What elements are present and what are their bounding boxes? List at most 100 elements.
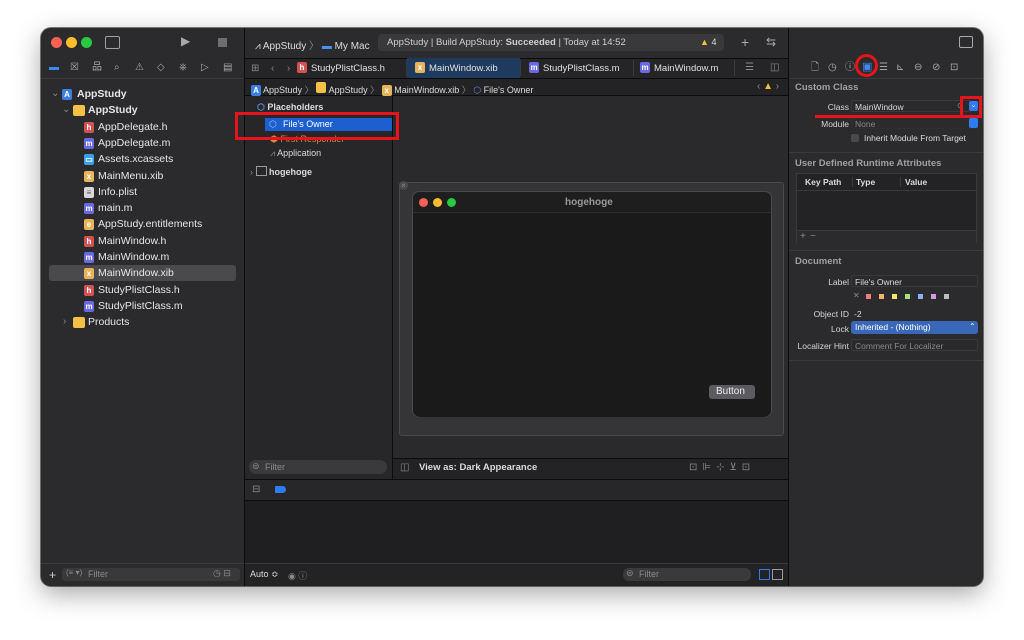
outline-application[interactable]: ⩘ Application [270, 148, 321, 159]
inspector-toggle-icon[interactable] [959, 36, 973, 48]
outline-toggle-icon[interactable]: ◫ [400, 462, 409, 473]
outline-filter-input[interactable]: ⊜ Filter [249, 460, 387, 474]
label-color-yellow[interactable] [892, 294, 897, 299]
label-color-green[interactable] [905, 294, 910, 299]
chevron-right-icon[interactable]: › [63, 316, 66, 327]
column-header-keypath[interactable]: Key Path [805, 177, 841, 187]
effects-inspector-icon[interactable]: ⊡ [950, 62, 958, 74]
nav-item-file[interactable]: x MainMenu.xib [41, 168, 244, 184]
scheme-selector[interactable]: ⩘ AppStudy 〉 ▬ My Mac [255, 37, 370, 52]
add-attribute-icon[interactable]: + [800, 231, 806, 242]
add-icon[interactable]: + [49, 569, 56, 581]
runtime-attributes-table[interactable]: Key Path Type Value + − [796, 173, 977, 243]
breakpoints-icon[interactable] [275, 486, 286, 493]
editor-options-icon[interactable]: ☰ [745, 62, 754, 73]
nav-item-file[interactable]: h StudyPlistClass.h [41, 282, 244, 298]
nav-item-file[interactable]: m main.m [41, 200, 244, 216]
nav-item-file[interactable]: m MainWindow.m [41, 249, 244, 265]
add-editor-icon[interactable]: ◫ [770, 62, 779, 73]
size-inspector-icon[interactable]: ⊾ [896, 62, 904, 74]
add-library-icon[interactable]: + [741, 35, 749, 49]
file-inspector-icon[interactable]: 🗋 [811, 62, 819, 74]
module-dropdown-button[interactable] [969, 118, 978, 128]
tab-mainwindow-m[interactable]: m MainWindow.m [634, 58, 734, 78]
console-filter-input[interactable]: ⊜ Filter [623, 568, 751, 581]
breadcrumb-item[interactable]: AppStudy [329, 85, 368, 95]
lock-popup-button[interactable]: Inherited - (Nothing) ⌃ [851, 321, 978, 334]
help-inspector-icon[interactable]: ⓘ [845, 62, 855, 74]
issue-nav-icon[interactable]: ‹ ▲ › [757, 81, 779, 92]
no-color-icon[interactable]: ✕ [853, 291, 860, 300]
attributes-inspector-icon[interactable]: ☰ [879, 62, 888, 74]
issue-navigator-icon[interactable]: ⚠ [135, 62, 144, 74]
column-header-type[interactable]: Type [856, 177, 875, 187]
tab-studyplistclass-m[interactable]: m StudyPlistClass.m [521, 58, 633, 78]
sidebar-toggle-icon[interactable] [105, 36, 120, 49]
report-navigator-icon[interactable]: ▤ [223, 62, 232, 74]
label-input[interactable]: File's Owner [851, 275, 978, 287]
find-navigator-icon[interactable]: ⌕ [114, 62, 120, 74]
nav-item-file[interactable]: m StudyPlistClass.m [41, 298, 244, 314]
label-color-blue[interactable] [918, 294, 923, 299]
outline-window-item[interactable]: › hogehoge [250, 166, 312, 177]
close-button[interactable] [51, 37, 62, 48]
stop-icon[interactable] [218, 38, 227, 47]
breadcrumb-item[interactable]: MainWindow.xib [394, 85, 459, 95]
history-inspector-icon[interactable]: ◷ [828, 62, 837, 74]
label-color-purple[interactable] [931, 294, 936, 299]
debug-navigator-icon[interactable]: ⎈ [179, 62, 187, 74]
run-icon[interactable]: ▶ [181, 35, 190, 47]
code-review-icon[interactable]: ⇆ [766, 36, 776, 48]
auto-selector[interactable]: Auto ≎ [250, 569, 279, 580]
window-content-view[interactable]: Button [413, 212, 771, 417]
label-color-gray[interactable] [944, 294, 949, 299]
split-view-icon[interactable] [759, 569, 770, 580]
breakpoint-navigator-icon[interactable]: ▷ [201, 62, 209, 74]
hide-debug-icon[interactable]: ⊟ [252, 484, 260, 495]
label-color-orange[interactable] [879, 294, 884, 299]
view-as-label[interactable]: View as: Dark Appearance [419, 462, 537, 473]
nav-item-file[interactable]: ▭ Assets.xcassets [41, 151, 244, 167]
nav-item-file[interactable]: ≡ Info.plist [41, 184, 244, 200]
test-navigator-icon[interactable]: ◇ [157, 62, 165, 74]
column-header-value[interactable]: Value [905, 177, 927, 187]
label-color-red[interactable] [866, 294, 871, 299]
module-combo-input[interactable]: None [851, 117, 978, 129]
navigator-filter-input[interactable]: (≡ ▾) Filter ◷ ⊟ [62, 568, 240, 581]
symbol-navigator-icon[interactable]: 品 [92, 62, 102, 74]
connections-inspector-icon[interactable]: ⊖ [914, 62, 922, 74]
back-icon[interactable]: ‹ [271, 63, 274, 74]
bindings-inspector-icon[interactable]: ⊘ [932, 62, 940, 74]
nav-item-file[interactable]: e AppStudy.entitlements [41, 216, 244, 232]
forward-icon[interactable]: › [287, 63, 290, 74]
grid-icon[interactable]: ⊞ [251, 63, 259, 74]
warning-badge[interactable]: ▲ 4 [700, 37, 716, 47]
nav-item-project[interactable]: ⌄ A AppStudy [41, 86, 244, 102]
remove-attribute-icon[interactable]: − [810, 231, 816, 242]
split-view-right-icon[interactable] [772, 569, 783, 580]
nav-item-file[interactable]: m AppDelegate.m [41, 135, 244, 151]
source-control-icon[interactable]: ☒ [70, 62, 79, 74]
chevron-down-icon[interactable]: ⌄ [62, 104, 70, 115]
zoom-button[interactable] [81, 37, 92, 48]
localizer-input[interactable]: Comment For Localizer [851, 339, 978, 351]
minimize-button[interactable] [66, 37, 77, 48]
tab-studyplistclass-h[interactable]: h StudyPlistClass.h [297, 58, 405, 78]
inherit-checkbox[interactable] [851, 134, 859, 142]
class-combo-input[interactable]: MainWindow [851, 100, 971, 112]
nav-item-folder-appstudy[interactable]: ⌄ AppStudy [41, 102, 244, 118]
project-navigator-icon[interactable]: ▬ [49, 62, 59, 74]
tab-mainwindow-xib[interactable]: x MainWindow.xib [407, 58, 520, 78]
designed-window[interactable]: hogehoge Button [412, 191, 772, 417]
breadcrumb-item[interactable]: AppStudy [263, 85, 302, 95]
ib-canvas[interactable]: × hogehoge Button [393, 96, 788, 458]
breadcrumb-item[interactable]: File's Owner [484, 85, 534, 95]
eye-icon[interactable]: ◉ ⓘ [288, 569, 307, 582]
button-control[interactable]: Button [709, 385, 755, 399]
chevron-down-icon[interactable]: ⌄ [51, 88, 59, 99]
layout-tools-icon[interactable]: ⊡⊫⊹⊻⊡ [689, 462, 755, 473]
nav-item-file-selected[interactable]: x MainWindow.xib [49, 265, 236, 281]
nav-item-file[interactable]: h AppDelegate.h [41, 119, 244, 135]
nav-item-file[interactable]: h MainWindow.h [41, 233, 244, 249]
close-icon[interactable]: × [399, 181, 408, 190]
